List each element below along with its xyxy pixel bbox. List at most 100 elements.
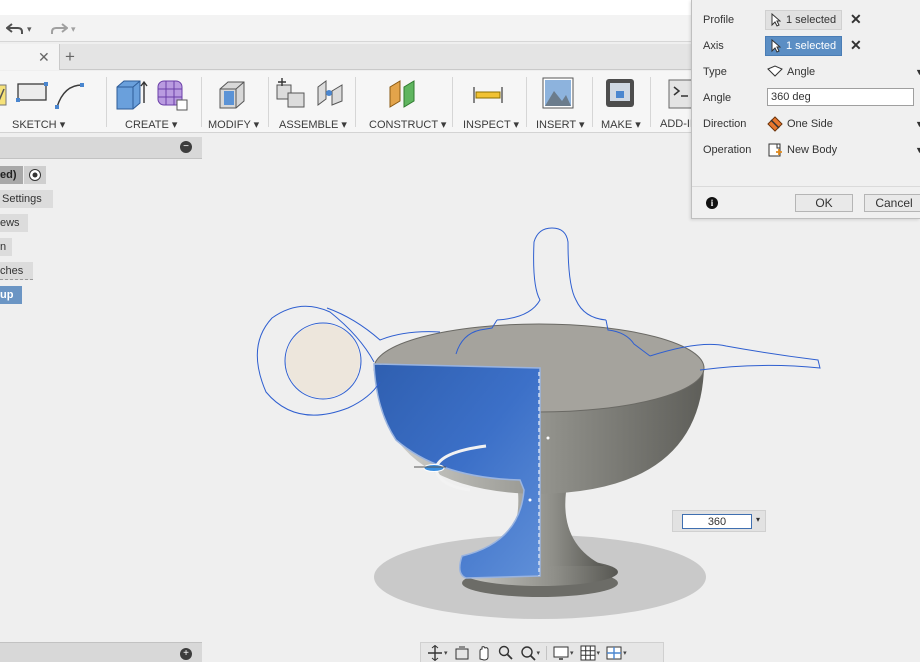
- measure-icon: [473, 87, 503, 103]
- angle-type-icon: [767, 65, 783, 77]
- new-body-icon: [768, 143, 782, 157]
- toolbar-divider: [592, 77, 593, 127]
- insert-image-icon: [542, 77, 574, 109]
- profile-selected-text: 1 selected: [786, 14, 837, 26]
- axis-point-marker: [546, 436, 550, 440]
- cancel-button[interactable]: Cancel: [864, 194, 920, 212]
- redo-icon: [51, 23, 68, 34]
- operation-dropdown[interactable]: New Body ▼: [765, 140, 920, 160]
- toolbar-divider: [106, 77, 107, 127]
- construct-group[interactable]: CONSTRUCT ▾: [364, 71, 446, 133]
- make-group[interactable]: MAKE ▾: [598, 71, 648, 133]
- display-dropdown[interactable]: ▾: [570, 649, 574, 657]
- orbit-button[interactable]: ▾: [427, 644, 448, 661]
- grid-icon: [580, 645, 596, 660]
- viewports-dropdown[interactable]: ▾: [623, 649, 627, 657]
- add-ins-menu-label[interactable]: ADD-IN: [660, 118, 692, 130]
- add-ins-group[interactable]: ADD-IN: [656, 71, 692, 133]
- document-tab[interactable]: ✕: [0, 44, 60, 70]
- assemble-menu-label[interactable]: ASSEMBLE ▾: [279, 118, 347, 131]
- info-icon[interactable]: i: [706, 197, 718, 209]
- browser-item-group[interactable]: up: [0, 286, 22, 304]
- ok-button[interactable]: OK: [795, 194, 853, 212]
- new-tab-button[interactable]: +: [65, 47, 75, 67]
- toolbar-divider: [201, 77, 202, 127]
- clear-axis-icon[interactable]: ✕: [850, 38, 862, 52]
- browser-item-label: ed): [0, 169, 17, 181]
- viewports-icon: [606, 646, 622, 659]
- direction-dropdown[interactable]: One Side ▼: [765, 114, 920, 134]
- fit-button[interactable]: ▾: [520, 645, 541, 661]
- angle-input[interactable]: [767, 88, 914, 106]
- cursor-icon: [771, 13, 781, 27]
- zoom-dropdown[interactable]: ▾: [537, 649, 541, 657]
- modify-menu-label[interactable]: MODIFY ▾: [208, 118, 259, 131]
- browser-item-views[interactable]: ews: [0, 214, 28, 232]
- extrude-icon: [116, 80, 148, 110]
- scripts-icon: [668, 79, 692, 109]
- lid-knob[interactable]: [496, 227, 607, 321]
- browser-item-settings[interactable]: Settings: [0, 190, 53, 208]
- chevron-down-icon: ▼: [915, 67, 920, 77]
- collapse-browser-icon[interactable]: −: [180, 141, 192, 153]
- display-settings-button[interactable]: ▾: [553, 645, 574, 661]
- sketch-pencil-icon: [0, 84, 7, 106]
- toolbar-divider: [650, 77, 651, 127]
- comments-panel-header: +: [0, 642, 202, 662]
- inspect-menu-label[interactable]: INSPECT ▾: [463, 118, 519, 131]
- dialog-footer: i OK Cancel: [692, 186, 920, 218]
- insert-menu-label[interactable]: INSERT ▾: [536, 118, 585, 131]
- viewports-button[interactable]: ▾: [606, 645, 627, 661]
- type-dropdown[interactable]: Angle ▼: [765, 62, 920, 82]
- construct-menu-label[interactable]: CONSTRUCT ▾: [369, 118, 446, 131]
- assemble-group[interactable]: ASSEMBLE ▾: [274, 71, 347, 133]
- undo-button[interactable]: ▾: [6, 20, 32, 38]
- browser-item-origin[interactable]: n: [0, 238, 12, 256]
- clear-profile-icon[interactable]: ✕: [850, 12, 862, 26]
- sketch-group[interactable]: SKETCH ▾: [0, 71, 104, 133]
- profile-label: Profile: [703, 14, 735, 26]
- angle-value-box: ▾: [672, 510, 766, 532]
- navigation-bar: ▾ ▾ ▾ ▾ ▾: [420, 642, 664, 662]
- angle-value-dropdown[interactable]: ▾: [756, 515, 760, 524]
- inspect-group[interactable]: INSPECT ▾: [460, 71, 520, 133]
- chevron-down-icon: ▼: [915, 145, 920, 155]
- revolve-dialog: Profile 1 selected ✕ Axis 1 selected ✕ T…: [691, 0, 920, 219]
- type-row: Type Angle ▼: [692, 59, 920, 85]
- modify-group[interactable]: MODIFY ▾: [206, 71, 262, 133]
- sketch-menu-label[interactable]: SKETCH ▾: [12, 118, 65, 131]
- browser-item-activate[interactable]: [24, 166, 46, 184]
- create-group[interactable]: CREATE ▾: [112, 71, 196, 133]
- nav-divider: [546, 645, 548, 660]
- redo-button[interactable]: ▾: [50, 20, 76, 38]
- pan-button[interactable]: [476, 645, 492, 661]
- new-component-icon: [276, 78, 305, 108]
- browser-item-sketches[interactable]: ches: [0, 262, 33, 280]
- zoom-button[interactable]: [498, 645, 514, 661]
- close-tab-icon[interactable]: ✕: [38, 49, 50, 66]
- look-at-button[interactable]: [454, 645, 470, 661]
- type-value: Angle: [787, 66, 816, 78]
- redo-dropdown-arrow[interactable]: ▾: [71, 24, 76, 35]
- make-menu-label[interactable]: MAKE ▾: [601, 118, 641, 131]
- press-pull-icon: [219, 81, 245, 109]
- create-menu-label[interactable]: CREATE ▾: [125, 118, 177, 131]
- expand-panel-icon[interactable]: +: [180, 648, 192, 660]
- browser-item-label: ches: [0, 265, 24, 277]
- grid-settings-button[interactable]: ▾: [580, 645, 601, 661]
- axis-selected-text: 1 selected: [786, 40, 837, 52]
- profile-select-button[interactable]: 1 selected: [765, 10, 842, 30]
- zoom-icon: [498, 645, 513, 660]
- axis-select-button[interactable]: 1 selected: [765, 36, 842, 56]
- angle-value-input[interactable]: [682, 514, 752, 529]
- orbit-dropdown[interactable]: ▾: [444, 649, 448, 657]
- operation-row: Operation New Body ▼: [692, 137, 920, 163]
- insert-group[interactable]: INSERT ▾: [532, 71, 588, 133]
- document-tab-strip: ✕ +: [0, 44, 692, 70]
- grid-dropdown[interactable]: ▾: [597, 649, 601, 657]
- look-at-icon: [455, 646, 469, 659]
- cursor-icon: [771, 39, 781, 53]
- chevron-down-icon: ▼: [915, 119, 920, 129]
- undo-dropdown-arrow[interactable]: ▾: [27, 24, 32, 35]
- browser-item-document[interactable]: ed): [0, 166, 23, 184]
